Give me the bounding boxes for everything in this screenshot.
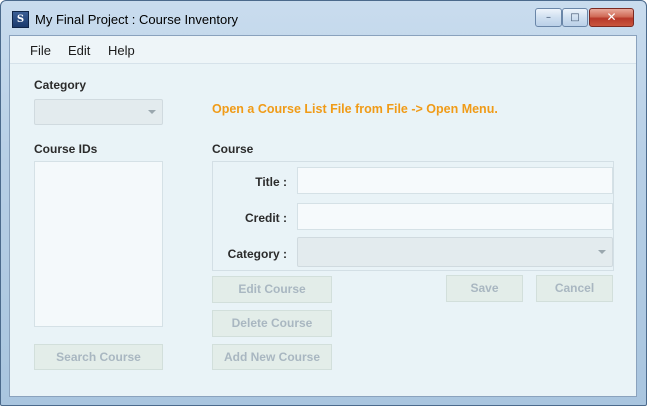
menu-edit[interactable]: Edit [68,43,90,58]
window-title: My Final Project : Course Inventory [35,12,239,27]
save-button[interactable]: Save [446,275,523,302]
app-icon[interactable]: S [12,11,29,28]
search-course-button[interactable]: Search Course [34,344,163,370]
title-label: Title : [255,175,287,189]
category-filter-dropdown[interactable] [34,99,163,125]
title-bar[interactable]: S My Final Project : Course Inventory – … [1,1,646,35]
credit-field[interactable] [297,203,613,230]
add-new-course-button[interactable]: Add New Course [212,344,332,370]
maximize-button[interactable]: □ [562,8,588,27]
course-ids-list[interactable] [34,161,163,327]
chevron-down-icon [148,110,156,114]
course-category-label: Category : [227,247,287,261]
menu-bar: File Edit Help [10,36,636,64]
course-details-group: Title : Credit : Category : [212,161,614,271]
menu-file[interactable]: File [30,43,51,58]
credit-label: Credit : [245,211,287,225]
client-area: File Edit Help Category Course IDs Searc… [9,35,637,397]
close-button[interactable]: ✕ [589,8,634,27]
minimize-button[interactable]: – [535,8,562,27]
cancel-button[interactable]: Cancel [536,275,613,302]
course-group-label: Course [212,142,254,156]
edit-course-button[interactable]: Edit Course [212,276,332,303]
delete-course-button[interactable]: Delete Course [212,310,332,337]
open-file-hint: Open a Course List File from File -> Ope… [212,102,498,116]
chevron-down-icon [598,250,606,254]
menu-help[interactable]: Help [108,43,135,58]
title-field[interactable] [297,167,613,194]
category-label: Category [34,78,87,92]
course-category-dropdown[interactable] [297,237,613,267]
app-window: S My Final Project : Course Inventory – … [0,0,647,406]
course-ids-label: Course IDs [34,142,98,156]
